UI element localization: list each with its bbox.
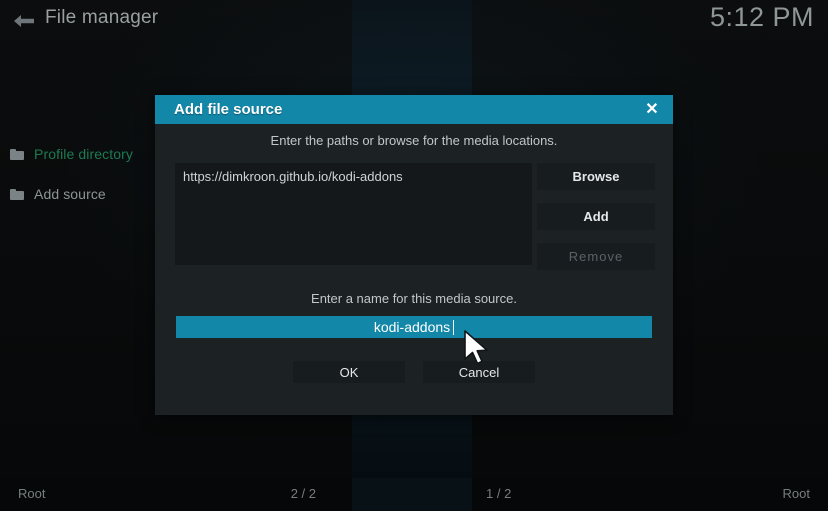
path-list-item[interactable]: https://dimkroon.github.io/kodi-addons [175,163,532,184]
dialog-action-buttons: OK Cancel [155,361,673,383]
ok-button[interactable]: OK [293,361,405,383]
page-title: File manager [45,7,159,28]
media-source-name-input[interactable]: kodi-addons [176,316,652,338]
clock-label: 5:12 PM [709,2,814,32]
status-right-label: Root [782,486,810,501]
dialog-subtitle: Enter the paths or browse for the media … [270,133,558,148]
status-right-count: 1 / 2 [486,486,512,501]
add-button[interactable]: Add [537,203,655,230]
status-left-count: 2 / 2 [290,486,316,501]
dialog-side-buttons: Browse Add Remove [537,163,655,283]
back-arrow-icon[interactable] [12,12,36,30]
cancel-button[interactable]: Cancel [423,361,535,383]
status-left-label: Root [18,486,46,501]
browse-button[interactable]: Browse [537,163,655,190]
folder-icon [10,148,24,160]
window-header: File manager 5:12 PM [0,0,828,42]
add-file-source-dialog: Add file source ✕ Enter the paths or bro… [155,95,673,415]
status-bar-center-segment [352,478,472,511]
dialog-title: Add file source [174,101,283,118]
close-icon[interactable]: ✕ [641,99,663,121]
text-caret [453,319,455,335]
list-item-label: Add source [34,186,106,202]
status-bar: Root 2 / 2 1 / 2 Root [0,478,828,511]
folder-icon [10,188,24,200]
paths-listbox[interactable]: https://dimkroon.github.io/kodi-addons [175,163,532,265]
dialog-header: Add file source ✕ [155,95,673,124]
kodi-screen: File manager 5:12 PM Profile directory A… [0,0,828,511]
remove-button: Remove [537,243,655,270]
list-item-label: Profile directory [34,146,133,162]
media-source-name-label: Enter a name for this media source. [311,291,517,306]
media-source-name-value: kodi-addons [373,319,451,335]
